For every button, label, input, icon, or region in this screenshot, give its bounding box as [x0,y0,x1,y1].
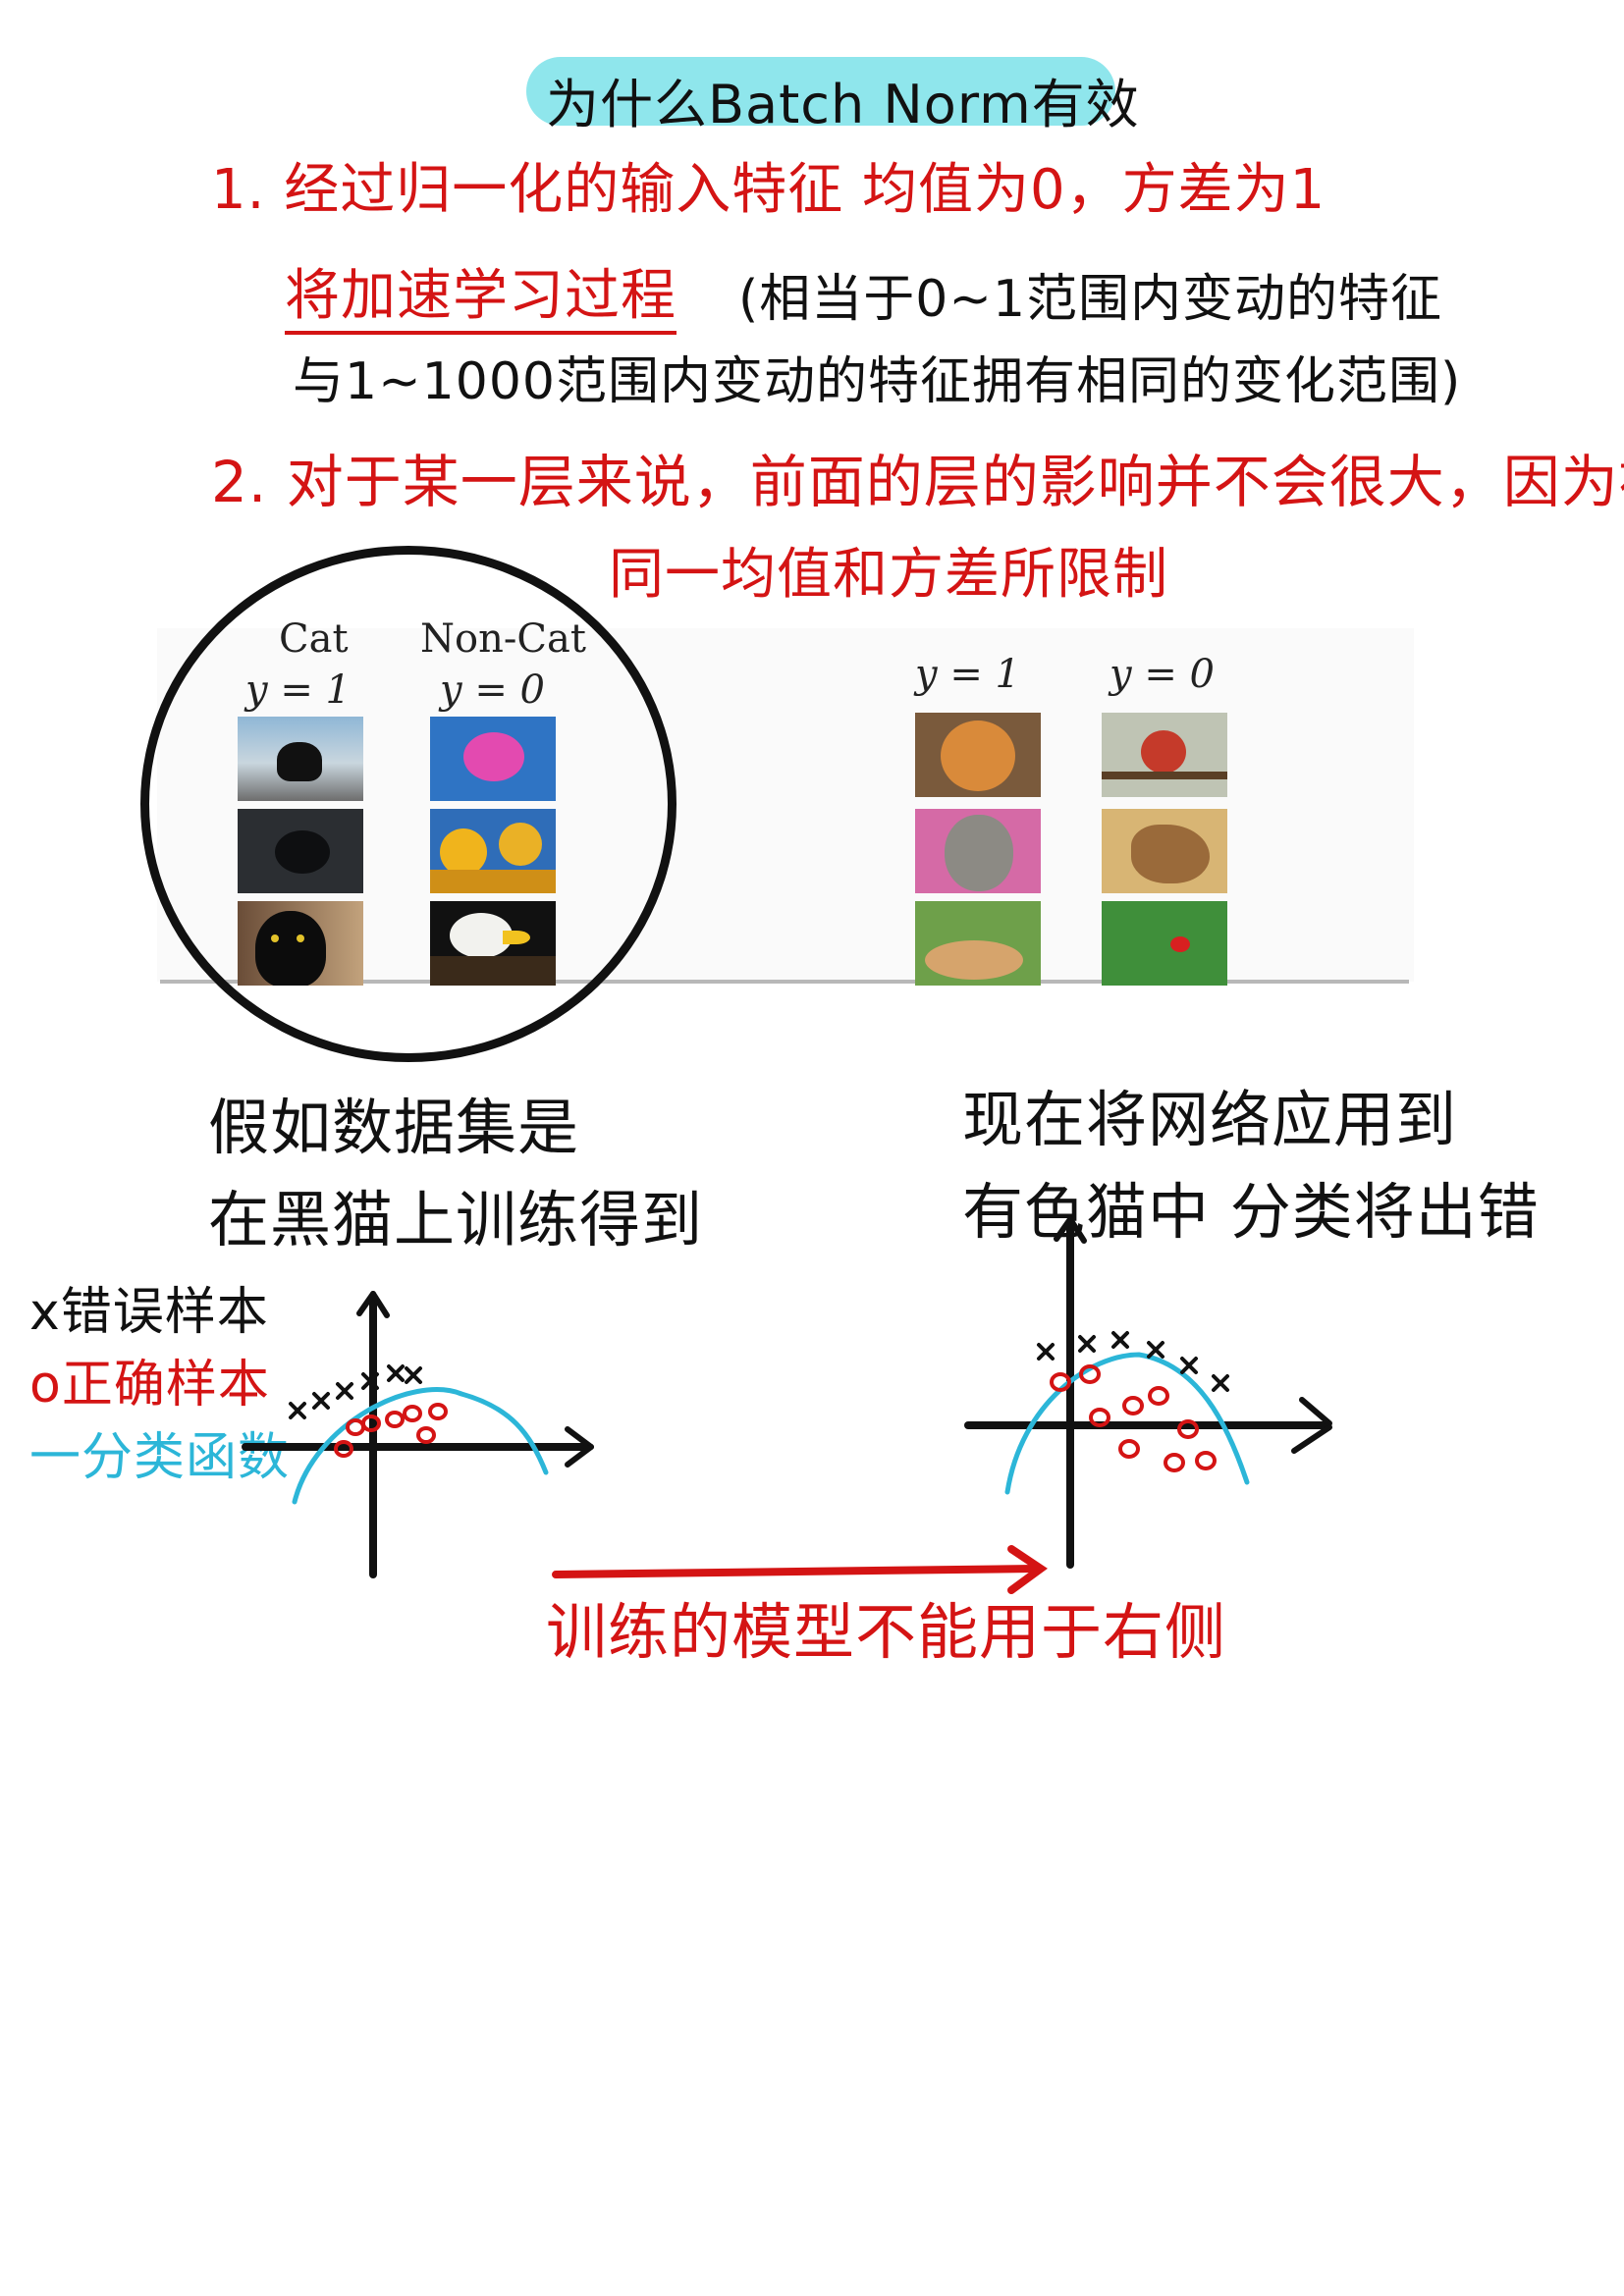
sketch-layer [242,1216,1332,1594]
left-plot [242,1291,594,1578]
bottom-note: 训练的模型不能用于右侧 [546,1596,1227,1668]
right-plot [964,1216,1332,1569]
left-wrong-samples [289,1364,422,1419]
